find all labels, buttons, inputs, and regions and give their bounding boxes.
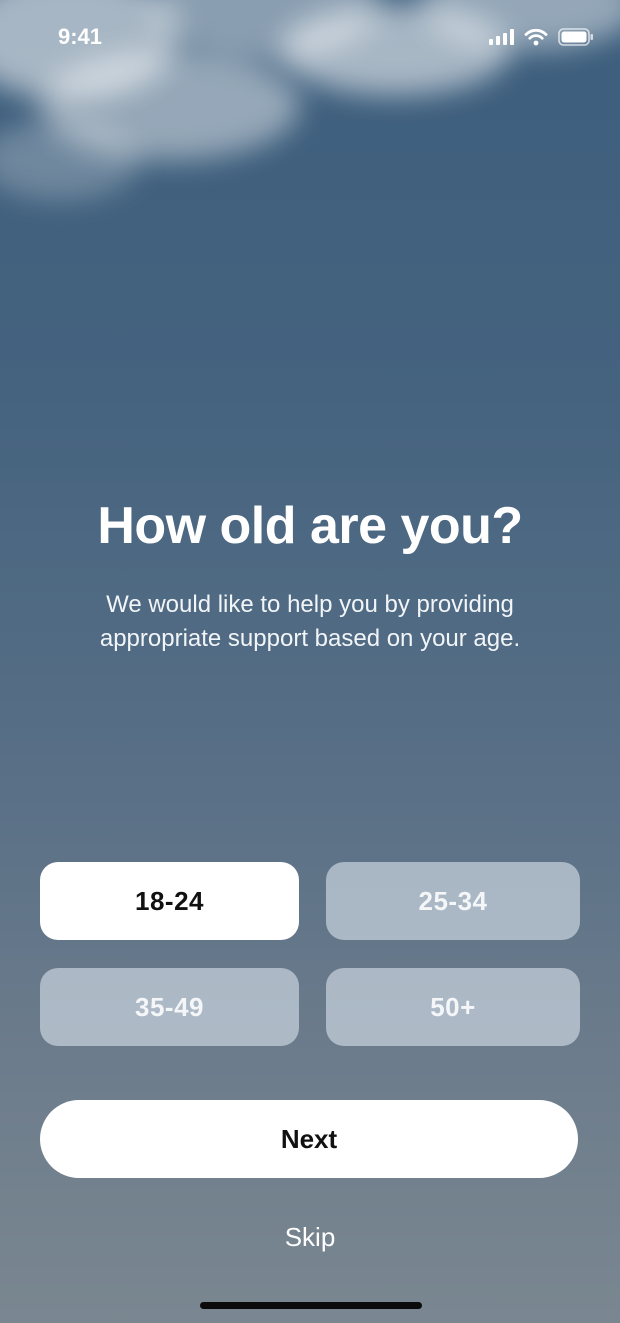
status-time: 9:41 — [58, 24, 103, 49]
age-option-18-24[interactable]: 18-24 — [40, 862, 299, 940]
battery-icon — [558, 28, 594, 46]
status-icons — [489, 28, 594, 46]
age-option-35-49[interactable]: 35-49 — [40, 968, 299, 1046]
cellular-signal-icon — [489, 29, 514, 45]
next-button[interactable]: Next — [40, 1100, 578, 1178]
age-selection-screen: 9:41 How old are you? We would like to h… — [0, 0, 620, 1323]
age-option-25-34[interactable]: 25-34 — [326, 862, 580, 940]
wifi-icon — [524, 28, 548, 46]
page-title: How old are you? — [97, 497, 523, 555]
home-indicator — [200, 1302, 422, 1309]
age-option-50-plus[interactable]: 50+ — [326, 968, 580, 1046]
skip-link[interactable]: Skip — [0, 1222, 620, 1253]
page-description: We would like to help you by providing a… — [99, 591, 521, 652]
status-bar: 9:41 — [0, 0, 620, 80]
